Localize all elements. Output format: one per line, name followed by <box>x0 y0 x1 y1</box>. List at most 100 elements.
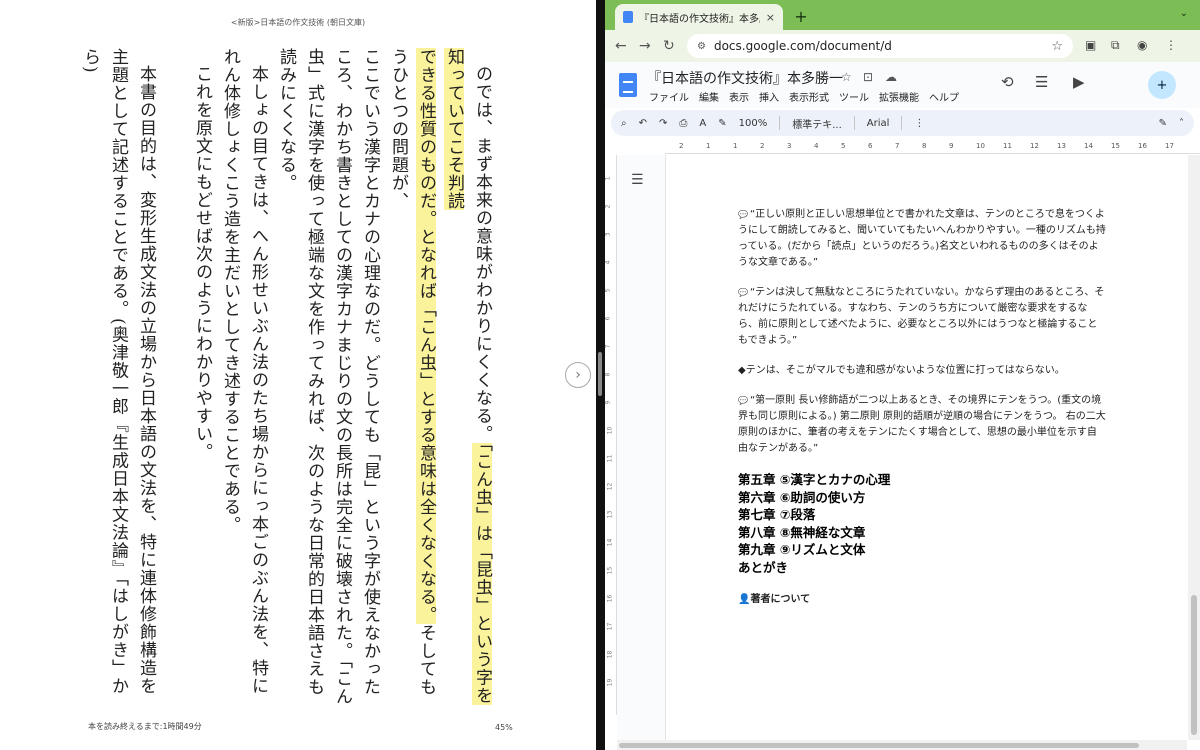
history-icon[interactable]: ⟲ <box>1001 73 1014 91</box>
ruler-tick: 6 <box>605 316 612 321</box>
quote-paragraph: 💬 “第一原則 長い修飾語が二つ以上あるとき、その境界にテンをうつ。(重文の境界も… <box>738 395 1106 454</box>
document-body[interactable]: 💬 “正しい原則と正しい思想単位とで書かれた文章は、テンのところで息をつくようにし… <box>738 207 1106 605</box>
ruler-tick: 4 <box>605 260 612 265</box>
font-select[interactable]: Arial <box>867 118 890 129</box>
ruler-tick: 7 <box>895 142 900 150</box>
picture-in-picture-icon[interactable]: ▣ <box>1085 38 1096 52</box>
highlight: できる性質のものだ。 <box>416 48 436 228</box>
menu-bar: ファイル 編集 表示 挿入 表示形式 ツール 拡張機能 ヘルプ <box>649 89 959 104</box>
ruler-tick: 5 <box>841 142 846 150</box>
close-icon[interactable]: × <box>766 11 775 24</box>
star-icon[interactable]: ☆ <box>841 70 852 84</box>
share-button[interactable]: + <box>1148 71 1176 99</box>
ruler-tick: 15 <box>606 566 614 575</box>
docs-logo-icon[interactable] <box>619 73 637 97</box>
ruler-tick: 10 <box>976 142 985 150</box>
toolbar-divider <box>779 116 781 130</box>
undo-icon[interactable]: ↶ <box>639 118 647 129</box>
chapter-heading: 第六章 ⑥助詞の使い方 <box>738 489 866 505</box>
bookmark-star-icon[interactable]: ☆ <box>1051 39 1063 54</box>
book-title: <新版>日本語の作文技術 (朝日文庫) <box>230 18 366 27</box>
paint-format-icon[interactable]: ✎ <box>718 118 726 129</box>
forward-icon[interactable]: → <box>639 38 651 54</box>
menu-format[interactable]: 表示形式 <box>789 89 829 104</box>
redo-icon[interactable]: ↷ <box>659 118 667 129</box>
chapter-heading: 第五章 ⑤漢字とカナの心理 <box>738 472 891 487</box>
ruler-tick: 11 <box>1003 142 1012 150</box>
tab-active[interactable]: 『日本語の作文技術』本多勝一 - × <box>615 4 783 30</box>
collapse-icon[interactable]: ˄ <box>1179 118 1184 129</box>
chevron-down-icon[interactable]: ⌄ <box>1180 8 1188 19</box>
back-icon[interactable]: ← <box>615 38 627 54</box>
meet-video-icon[interactable]: ▶ <box>1073 73 1085 91</box>
vertical-ruler[interactable]: 1 2 3 4 5 6 7 8 9 10 11 12 13 14 15 16 17 18 19 <box>605 155 617 715</box>
outline-icon[interactable]: ☰ <box>631 172 644 188</box>
print-icon[interactable]: ⎙ <box>679 118 687 129</box>
address-bar[interactable]: ⚙ docs.google.com/document/d ☆ <box>687 34 1073 58</box>
toolbar-divider <box>901 116 903 130</box>
scroll-thumb[interactable] <box>619 743 1139 748</box>
new-tab-button[interactable]: + <box>791 6 811 26</box>
move-folder-icon[interactable]: ⊡ <box>863 70 873 84</box>
comments-icon[interactable]: ☰ <box>1035 73 1048 91</box>
extensions-icon[interactable]: ⧉ <box>1111 38 1120 53</box>
text-line: ここでいう漢字とカナの心理なのだ。どうしても「昆」という字が使えなかったころ、わ… <box>276 48 380 706</box>
chapter-heading: 第九章 ⑨リズムと文体 <box>738 542 866 557</box>
ruler-tick: 14 <box>1084 142 1093 150</box>
spellcheck-icon[interactable]: A <box>699 118 706 129</box>
ruler-tick: 13 <box>606 510 614 519</box>
profile-avatar[interactable]: ◉ <box>1137 38 1147 52</box>
horizontal-scrollbar[interactable] <box>617 740 1187 750</box>
ruler-tick: 5 <box>605 288 612 293</box>
site-info-icon[interactable]: ⚙ <box>697 41 706 52</box>
ruler-tick: 7 <box>605 344 612 349</box>
ruler-tick: 10 <box>606 426 614 435</box>
ruler-tick: 17 <box>606 622 614 631</box>
menu-extensions[interactable]: 拡張機能 <box>879 89 919 104</box>
document-page[interactable]: 💬 “正しい原則と正しい思想単位とで書かれた文章は、テンのところで息をつくようにし… <box>665 155 1187 740</box>
search-menus-icon[interactable]: ⌕ <box>621 118 627 129</box>
drag-handle[interactable] <box>598 352 602 396</box>
ruler-tick: 18 <box>606 650 614 659</box>
menu-tools[interactable]: ツール <box>839 89 869 104</box>
reload-icon[interactable]: ↻ <box>663 38 675 54</box>
ruler-tick: 19 <box>606 678 614 687</box>
ruler-tick: 1 <box>733 142 738 150</box>
remaining-time: 本を読み終えるまで:1時間49分 <box>88 722 202 731</box>
ruler-tick: 9 <box>949 142 954 150</box>
text-line: のでは、まず本来の意味がわかりにくくなる。「こん虫」は「昆虫」という字を知ってい… <box>444 48 492 705</box>
zoom-select[interactable]: 100% <box>739 118 768 129</box>
document-title[interactable]: 『日本語の作文技術』本多勝一 <box>647 68 843 88</box>
ruler-tick: 14 <box>606 538 614 547</box>
vertical-scrollbar[interactable] <box>1188 155 1200 740</box>
menu-help[interactable]: ヘルプ <box>929 89 959 104</box>
quote-paragraph: 💬 “テンは決して無駄なところにうたれていない。かならず理由のあるところ、それだけ… <box>738 287 1105 346</box>
tab-strip: 『日本語の作文技術』本多勝一 - × + ⌄ <box>605 0 1200 30</box>
ruler-tick: 16 <box>606 594 614 603</box>
horizontal-ruler[interactable]: 2 1 1 2 3 4 5 6 7 8 9 10 11 12 13 14 15 16 17 <box>665 140 1200 154</box>
ruler-tick: 17 <box>1165 142 1174 150</box>
text-line: これを原文にもどせば次のようにわかりやすい。 <box>192 65 212 461</box>
ruler-tick: 12 <box>606 482 614 491</box>
menu-view[interactable]: 表示 <box>729 89 749 104</box>
url-text: docs.google.com/document/d <box>713 39 892 53</box>
ruler-tick: 8 <box>605 372 612 377</box>
comment-bubble-icon: 💬 <box>738 396 748 405</box>
tab-title: 『日本語の作文技術』本多勝一 - <box>639 13 760 25</box>
text-line: 本しょの目てきは、へん形せいぶん法のたち場からにっ本ごのぶん法を、特にれん体修し… <box>220 48 268 695</box>
chevron-right-icon[interactable]: › <box>565 362 591 388</box>
ruler-tick: 9 <box>605 400 612 405</box>
ruler-tick: 3 <box>605 232 612 237</box>
menu-edit[interactable]: 編集 <box>699 89 719 104</box>
ruler-tick: 1 <box>605 176 612 181</box>
more-menu-icon[interactable]: ⋮ <box>1165 38 1177 52</box>
chapter-heading: 第七章 ⑦段落 <box>738 507 816 522</box>
more-tools-icon[interactable]: ⋮ <box>914 118 924 129</box>
menu-file[interactable]: ファイル <box>649 89 689 104</box>
style-select[interactable]: 標準テキ... <box>792 116 842 131</box>
editing-mode-icon[interactable]: ✎ <box>1159 118 1167 129</box>
ruler-tick: 2 <box>679 142 684 150</box>
menu-insert[interactable]: 挿入 <box>759 89 779 104</box>
note-paragraph: ◆テンは、そこがマルでも違和感がないような位置に打ってはならない。 <box>738 365 1065 376</box>
scroll-thumb[interactable] <box>1191 595 1197 735</box>
